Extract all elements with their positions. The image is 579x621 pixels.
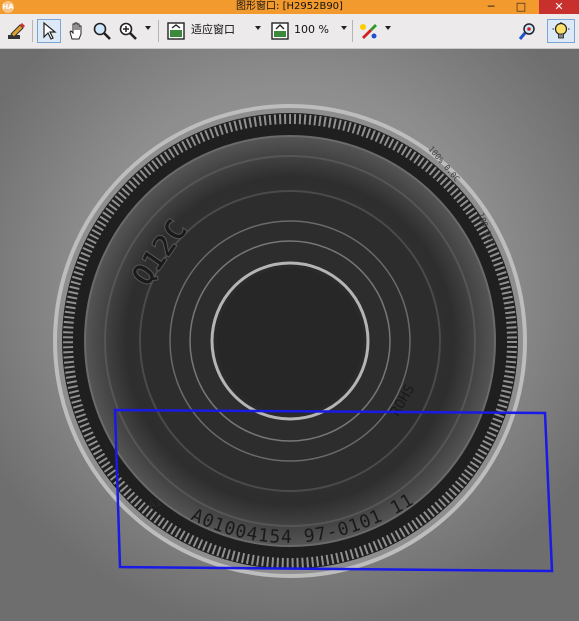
select-tool-button[interactable] <box>37 19 61 43</box>
minimize-button[interactable]: ─ <box>476 0 506 14</box>
help-button[interactable] <box>547 19 575 43</box>
toolbar-separator <box>352 20 353 42</box>
image-canvas[interactable]: Q12C ROHS 100% 0.0C 100 DDP A1 A01004154… <box>0 49 579 621</box>
pencil-icon <box>8 23 25 39</box>
title-bar: HA 图形窗口: [H2952B90] ─ □ ✕ <box>0 0 579 14</box>
zoom-level-dropdown-arrow[interactable] <box>341 26 347 30</box>
paint-tool-button[interactable] <box>357 19 381 43</box>
fit-window-button[interactable] <box>164 19 188 43</box>
hand-icon <box>69 22 82 40</box>
inspection-image: Q12C ROHS 100% 0.0C 100 DDP A1 A01004154… <box>0 49 579 621</box>
magnifier-icon <box>93 22 111 40</box>
zoom-tool-dropdown-arrow[interactable] <box>145 26 151 30</box>
paint-tool-dropdown-arrow[interactable] <box>385 26 391 30</box>
toolbar-separator <box>158 20 159 42</box>
fit-mode-dropdown-arrow[interactable] <box>255 26 261 30</box>
pan-tool-button[interactable] <box>64 19 88 43</box>
zoom-in-tool-button[interactable] <box>116 19 140 43</box>
fit-window-icon <box>167 22 185 40</box>
zoom-tool-button[interactable] <box>90 19 114 43</box>
zoom-level-button[interactable] <box>268 19 292 43</box>
graphics-toolbar: 适应窗口 100 % <box>0 14 579 49</box>
paint-brush-icon <box>360 24 377 39</box>
zoom-plus-icon <box>119 22 137 40</box>
pointer-icon <box>43 21 57 40</box>
fit-mode-select[interactable]: 适应窗口 <box>191 22 235 38</box>
inspect-button[interactable] <box>516 19 540 43</box>
zoom-level-icon <box>271 22 289 40</box>
inspect-icon <box>518 23 535 40</box>
lightbulb-icon <box>552 22 570 39</box>
edit-tool-button[interactable] <box>4 19 28 43</box>
close-button[interactable]: ✕ <box>539 0 579 14</box>
toolbar-separator <box>32 20 33 42</box>
maximize-button[interactable]: □ <box>506 0 536 14</box>
zoom-level-select[interactable]: 100 % <box>294 22 329 38</box>
